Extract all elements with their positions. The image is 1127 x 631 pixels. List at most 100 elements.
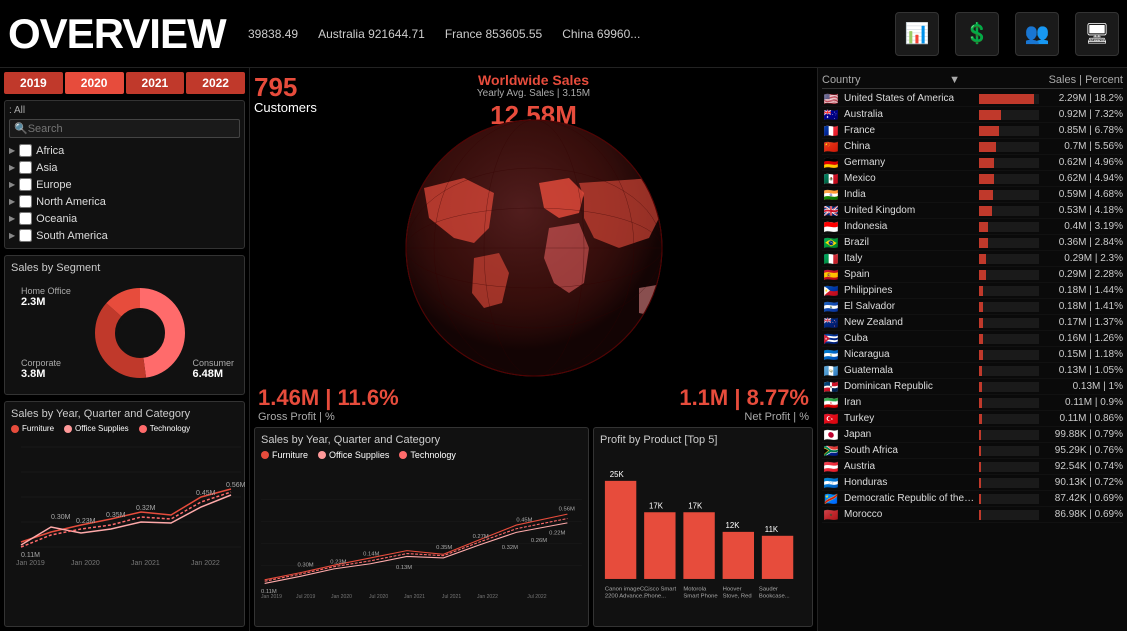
year-tab-2020[interactable]: 2020 bbox=[65, 72, 124, 94]
country-flag: 🇬🇹 bbox=[822, 365, 840, 377]
country-header: Country bbox=[822, 74, 861, 86]
home-office-label: Home Office 2.3M bbox=[21, 286, 71, 308]
svg-text:0.13M: 0.13M bbox=[396, 565, 412, 571]
country-sales: 0.36M | 2.84% bbox=[1043, 237, 1123, 248]
country-row[interactable]: 🇩🇴 Dominican Republic 0.13M | 1% bbox=[822, 379, 1123, 395]
country-bar-wrap bbox=[979, 190, 1039, 200]
year-tab-2022[interactable]: 2022 bbox=[186, 72, 245, 94]
country-sales: 0.15M | 1.18% bbox=[1043, 349, 1123, 360]
country-row[interactable]: 🇵🇭 Philippines 0.18M | 1.44% bbox=[822, 283, 1123, 299]
icon-finance[interactable]: 💲 bbox=[955, 12, 999, 56]
country-bar bbox=[979, 494, 981, 504]
country-bar-wrap bbox=[979, 382, 1039, 392]
svg-text:Jul 2019: Jul 2019 bbox=[296, 594, 315, 600]
country-bar bbox=[979, 222, 988, 232]
country-row[interactable]: 🇬🇧 United Kingdom 0.53M | 4.18% bbox=[822, 203, 1123, 219]
country-name: Iran bbox=[844, 397, 975, 408]
icon-report[interactable]: 📊 bbox=[895, 12, 939, 56]
country-flag: 🇸🇻 bbox=[822, 301, 840, 313]
country-row[interactable]: 🇲🇦 Morocco 86.98K | 0.69% bbox=[822, 507, 1123, 523]
year-tab-2021[interactable]: 2021 bbox=[126, 72, 185, 94]
country-bar bbox=[979, 126, 999, 136]
line-chart-bottom: Sales by Year, Quarter and Category Furn… bbox=[254, 427, 589, 627]
country-row[interactable]: 🇮🇷 Iran 0.11M | 0.9% bbox=[822, 395, 1123, 411]
svg-text:Jan 2020: Jan 2020 bbox=[71, 560, 100, 567]
sales-header: Sales | Percent bbox=[1049, 74, 1123, 86]
country-sales: 0.11M | 0.9% bbox=[1043, 397, 1123, 408]
profit-chart-title: Profit by Product [Top 5] bbox=[600, 434, 806, 446]
country-bar bbox=[979, 206, 992, 216]
sidebar-legend-furniture: Furniture bbox=[11, 424, 54, 433]
country-row[interactable]: 🇮🇹 Italy 0.29M | 2.3% bbox=[822, 251, 1123, 267]
country-row[interactable]: 🇯🇵 Japan 99.88K | 0.79% bbox=[822, 427, 1123, 443]
icon-users[interactable]: 👥 bbox=[1015, 12, 1059, 56]
country-row[interactable]: 🇩🇪 Germany 0.62M | 4.96% bbox=[822, 155, 1123, 171]
country-row[interactable]: 🇸🇻 El Salvador 0.18M | 1.41% bbox=[822, 299, 1123, 315]
country-row[interactable]: 🇨🇳 China 0.7M | 5.56% bbox=[822, 139, 1123, 155]
region-arrow: ▶ bbox=[9, 214, 15, 223]
svg-text:0.56M: 0.56M bbox=[559, 506, 575, 512]
country-row[interactable]: 🇧🇷 Brazil 0.36M | 2.84% bbox=[822, 235, 1123, 251]
region-item-south-america[interactable]: ▶South America bbox=[9, 227, 240, 244]
country-row[interactable]: 🇺🇸 United States of America 2.29M | 18.2… bbox=[822, 91, 1123, 107]
country-name: Nicaragua bbox=[844, 349, 975, 360]
region-item-africa[interactable]: ▶Africa bbox=[9, 142, 240, 159]
country-bar bbox=[979, 414, 982, 424]
country-bar-wrap bbox=[979, 126, 1039, 136]
svg-text:Jul 2021: Jul 2021 bbox=[442, 594, 461, 600]
country-row[interactable]: 🇲🇽 Mexico 0.62M | 4.94% bbox=[822, 171, 1123, 187]
country-name: Japan bbox=[844, 429, 975, 440]
country-sales: 0.59M | 4.68% bbox=[1043, 189, 1123, 200]
region-item-asia[interactable]: ▶Asia bbox=[9, 159, 240, 176]
globe-wrapper bbox=[254, 72, 813, 423]
country-name: Austria bbox=[844, 461, 975, 472]
country-row[interactable]: 🇳🇿 New Zealand 0.17M | 1.37% bbox=[822, 315, 1123, 331]
country-name: Turkey bbox=[844, 413, 975, 424]
country-row[interactable]: 🇮🇳 India 0.59M | 4.68% bbox=[822, 187, 1123, 203]
country-name: Honduras bbox=[844, 477, 975, 488]
consumer-label: Consumer 6.48M bbox=[192, 358, 234, 380]
search-box[interactable]: 🔍 bbox=[9, 119, 240, 138]
country-row[interactable]: 🇨🇺 Cuba 0.16M | 1.26% bbox=[822, 331, 1123, 347]
country-list[interactable]: 🇺🇸 United States of America 2.29M | 18.2… bbox=[822, 91, 1123, 631]
country-row[interactable]: 🇪🇸 Spain 0.29M | 2.28% bbox=[822, 267, 1123, 283]
sort-icon[interactable]: ▼ bbox=[949, 74, 960, 86]
country-flag: 🇮🇷 bbox=[822, 397, 840, 409]
country-row[interactable]: 🇿🇦 South Africa 95.29K | 0.76% bbox=[822, 443, 1123, 459]
year-tab-2019[interactable]: 2019 bbox=[4, 72, 63, 94]
country-row[interactable]: 🇮🇩 Indonesia 0.4M | 3.19% bbox=[822, 219, 1123, 235]
country-row[interactable]: 🇬🇹 Guatemala 0.13M | 1.05% bbox=[822, 363, 1123, 379]
country-bar-wrap bbox=[979, 510, 1039, 520]
svg-text:0.45M: 0.45M bbox=[196, 490, 216, 497]
country-bar-wrap bbox=[979, 206, 1039, 216]
country-bar bbox=[979, 238, 988, 248]
country-row[interactable]: 🇦🇺 Australia 0.92M | 7.32% bbox=[822, 107, 1123, 123]
country-row[interactable]: 🇹🇷 Turkey 0.11M | 0.86% bbox=[822, 411, 1123, 427]
country-bar bbox=[979, 302, 983, 312]
country-sales: 92.54K | 0.74% bbox=[1043, 461, 1123, 472]
country-row[interactable]: 🇳🇮 Nicaragua 0.15M | 1.18% bbox=[822, 347, 1123, 363]
region-list: ▶Africa▶Asia▶Europe▶North America▶Oceani… bbox=[9, 142, 240, 244]
search-input[interactable] bbox=[28, 123, 235, 135]
country-name: Brazil bbox=[844, 237, 975, 248]
country-sales: 0.17M | 1.37% bbox=[1043, 317, 1123, 328]
country-row[interactable]: 🇫🇷 France 0.85M | 6.78% bbox=[822, 123, 1123, 139]
svg-text:Cisco Smart: Cisco Smart bbox=[644, 587, 676, 593]
country-bar-wrap bbox=[979, 478, 1039, 488]
country-row[interactable]: 🇨🇩 Democratic Republic of the Congo 87.4… bbox=[822, 491, 1123, 507]
region-item-europe[interactable]: ▶Europe bbox=[9, 176, 240, 193]
country-flag: 🇲🇽 bbox=[822, 173, 840, 185]
region-arrow: ▶ bbox=[9, 180, 15, 189]
svg-text:2200 Advance...: 2200 Advance... bbox=[605, 594, 648, 600]
region-item-oceania[interactable]: ▶Oceania bbox=[9, 210, 240, 227]
country-row[interactable]: 🇭🇳 Honduras 90.13K | 0.72% bbox=[822, 475, 1123, 491]
country-flag: 🇳🇿 bbox=[822, 317, 840, 329]
country-row[interactable]: 🇦🇹 Austria 92.54K | 0.74% bbox=[822, 459, 1123, 475]
country-flag: 🇨🇩 bbox=[822, 493, 840, 505]
icon-display[interactable]: 🖥 bbox=[1075, 12, 1119, 56]
line-chart-title: Sales by Year, Quarter and Category bbox=[11, 408, 238, 420]
country-name: Philippines bbox=[844, 285, 975, 296]
region-item-north-america[interactable]: ▶North America bbox=[9, 193, 240, 210]
country-bar bbox=[979, 462, 981, 472]
top-stat-2: France 853605.55 bbox=[445, 27, 542, 41]
